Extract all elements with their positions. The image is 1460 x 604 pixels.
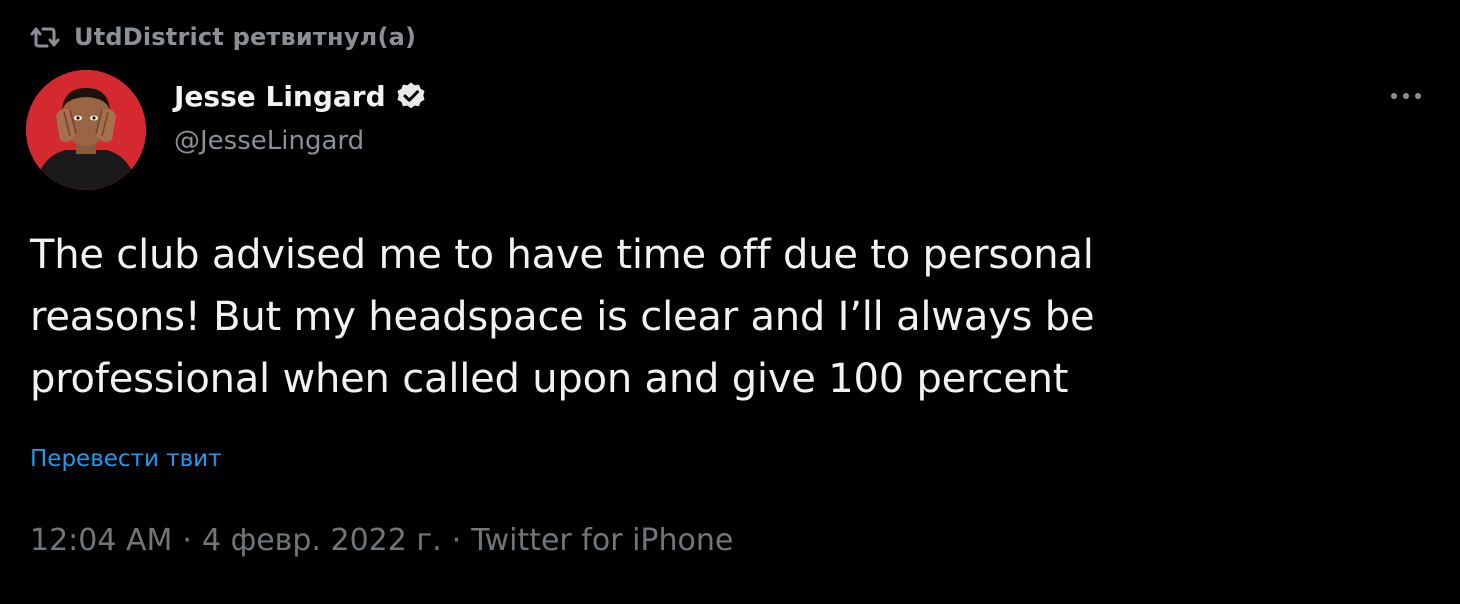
tweet-date[interactable]: 4 февр. 2022 г. — [202, 523, 442, 558]
more-options-button[interactable] — [1386, 80, 1426, 110]
retweet-context[interactable]: UtdDistrict ретвитнул(а) — [30, 20, 416, 54]
meta-separator: · — [182, 523, 192, 558]
avatar[interactable] — [26, 70, 146, 190]
tweet-meta: 12:04 AM · 4 февр. 2022 г. · Twitter for… — [30, 523, 733, 558]
author-handle[interactable]: @JesseLingard — [174, 126, 426, 156]
tweet-source[interactable]: Twitter for iPhone — [471, 523, 733, 558]
tweet-time[interactable]: 12:04 AM — [30, 523, 172, 558]
verified-badge-icon[interactable] — [396, 81, 426, 111]
meta-separator: · — [451, 523, 462, 558]
tweet-text: The club advised me to have time off due… — [30, 232, 1095, 402]
retweet-icon — [30, 24, 60, 50]
tweet-card[interactable]: UtdDistrict ретвитнул(а) Jesse Lingard @… — [0, 0, 1460, 604]
author-block[interactable]: Jesse Lingard @JesseLingard — [174, 76, 426, 156]
retweet-label[interactable]: UtdDistrict ретвитнул(а) — [74, 23, 416, 51]
translate-tweet-link[interactable]: Перевести твит — [30, 446, 222, 472]
more-options-icon — [1389, 86, 1423, 105]
author-display-name[interactable]: Jesse Lingard — [174, 80, 386, 113]
